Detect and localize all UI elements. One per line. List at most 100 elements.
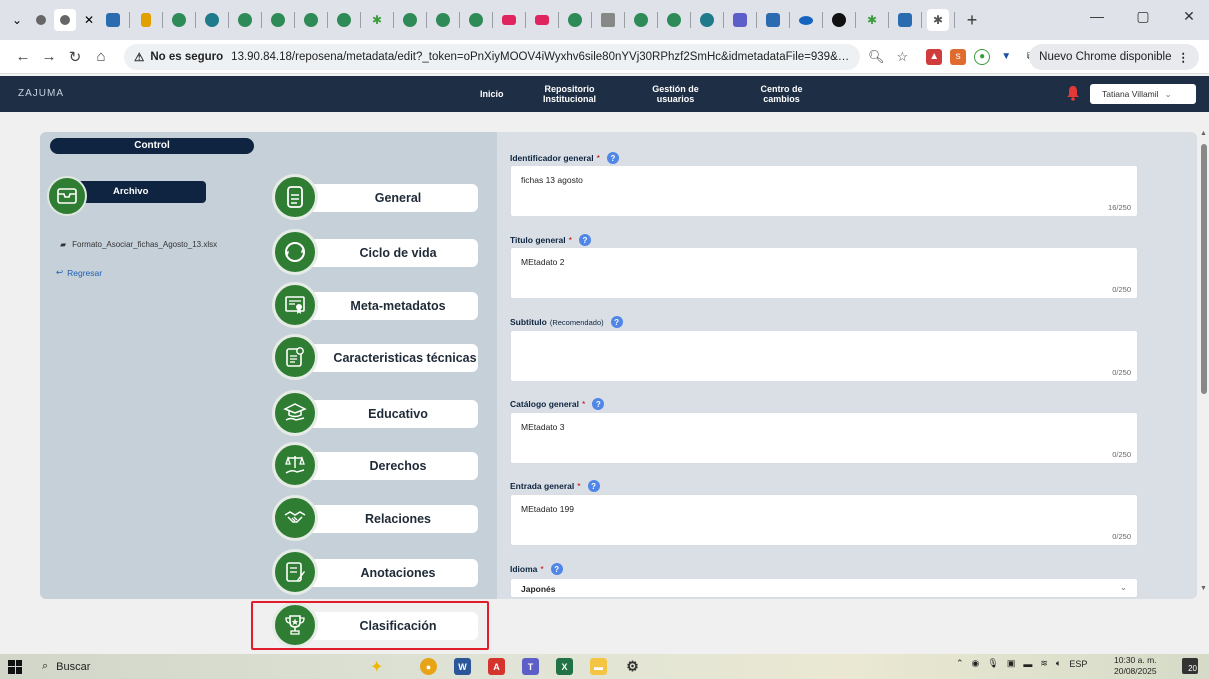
help-icon[interactable]: ?	[610, 316, 623, 328]
tab-favicon-icon[interactable]	[234, 9, 256, 31]
help-icon[interactable]: ?	[587, 480, 600, 492]
tab-favicon-icon[interactable]	[762, 9, 784, 31]
clock[interactable]: 10:30 a. m. 20/08/2025	[1114, 655, 1157, 677]
nav-centro-cambios[interactable]: Centro de cambios	[742, 84, 822, 104]
section-relaciones[interactable]: Relaciones	[272, 495, 482, 541]
tab-youtube-icon[interactable]	[531, 9, 553, 31]
excel-app-icon[interactable]: X	[556, 658, 573, 675]
tray-app-icon[interactable]: ▣	[1007, 658, 1016, 669]
catalogo-field[interactable]: MEtadato 3 0/250	[510, 412, 1138, 464]
notes-icon[interactable]	[272, 549, 318, 595]
tab-favicon-icon[interactable]	[300, 9, 322, 31]
tab-image-icon[interactable]	[597, 9, 619, 31]
archivo-label[interactable]: Archivo	[71, 181, 206, 203]
settings-gear-icon[interactable]: ⚙	[624, 658, 641, 675]
tab-github-icon[interactable]	[828, 9, 850, 31]
tab-favicon-icon[interactable]	[696, 9, 718, 31]
minimize-icon[interactable]: —	[1085, 8, 1109, 25]
section-general[interactable]: General	[272, 174, 482, 220]
tab-favicon-icon[interactable]	[564, 9, 586, 31]
cycle-icon[interactable]	[272, 229, 318, 275]
extension-icon[interactable]: ▲	[926, 48, 943, 65]
language-indicator[interactable]: ESP	[1069, 659, 1087, 669]
extension-icon[interactable]: ▼	[998, 48, 1015, 65]
user-dropdown[interactable]: Tatiana Villamil ⌄	[1090, 84, 1196, 104]
certificate-icon[interactable]	[272, 282, 318, 328]
tab-active-favicon-icon[interactable]: ✱	[927, 9, 949, 31]
titulo-field[interactable]: MEtadato 2 0/250	[510, 247, 1138, 299]
section-label[interactable]: Derechos	[292, 452, 478, 480]
chrome-update-button[interactable]: Nuevo Chrome disponible ⋮	[1029, 44, 1199, 70]
section-caracteristicas-tecnicas[interactable]: Caracteristicas técnicas	[272, 334, 482, 380]
identificador-value[interactable]: fichas 13 agosto	[521, 175, 583, 185]
chevron-down-icon[interactable]: ⌄	[1165, 89, 1172, 100]
scales-hand-icon[interactable]	[272, 442, 318, 488]
forward-arrow-icon[interactable]: →	[36, 48, 62, 65]
user-name[interactable]: Tatiana Villamil	[1102, 89, 1159, 99]
tab-cloud-icon[interactable]	[795, 9, 817, 31]
section-label[interactable]: Anotaciones	[292, 559, 478, 587]
nav-inicio[interactable]: Inicio	[480, 89, 504, 99]
document-icon[interactable]	[272, 174, 318, 220]
tab-favicon-icon[interactable]	[465, 9, 487, 31]
nav-gestion-usuarios[interactable]: Gestión de usuarios	[636, 84, 716, 104]
regresar-label[interactable]: Regresar	[67, 268, 102, 278]
idioma-select[interactable]: Japonés ⌄	[510, 578, 1138, 598]
kebab-menu-icon[interactable]: ⋮	[1178, 50, 1190, 64]
file-item[interactable]: ▰ Formato_Asociar_fichas_Agosto_13.xlsx	[60, 240, 217, 249]
scroll-down-icon[interactable]: ▼	[1200, 585, 1207, 592]
subtitulo-field[interactable]: 0/250	[510, 330, 1138, 382]
tab-favicon-icon[interactable]: ✱	[366, 9, 388, 31]
tab-favicon-icon[interactable]	[168, 9, 190, 31]
section-label[interactable]: Ciclo de vida	[292, 239, 478, 267]
extension-icon[interactable]: ●	[974, 48, 991, 65]
section-label[interactable]: General	[292, 184, 478, 212]
tab-favicon-icon[interactable]	[399, 9, 421, 31]
chrome-app-icon[interactable]: ●	[420, 658, 437, 675]
section-educativo[interactable]: Educativo	[272, 390, 482, 436]
wifi-icon[interactable]: ≋	[1040, 658, 1048, 669]
tab-favicon-icon[interactable]	[630, 9, 652, 31]
tab-favicon-icon[interactable]	[135, 9, 157, 31]
tab-close-icon[interactable]: ✕	[78, 9, 100, 31]
handshake-icon[interactable]	[272, 495, 318, 541]
identificador-field[interactable]: fichas 13 agosto 16/250	[510, 165, 1138, 217]
section-label[interactable]: Meta-metadatos	[292, 292, 478, 320]
tab-favicon-icon[interactable]	[432, 9, 454, 31]
back-arrow-icon[interactable]: ←	[10, 48, 36, 65]
idioma-value[interactable]: Japonés	[521, 584, 556, 594]
section-label[interactable]: Relaciones	[292, 505, 478, 533]
volume-icon[interactable]: 🔈︎	[1056, 658, 1061, 669]
extension-icon[interactable]: s	[950, 48, 967, 65]
word-app-icon[interactable]: W	[454, 658, 471, 675]
chevron-up-icon[interactable]: ⌃	[956, 658, 964, 669]
taskbar-search[interactable]: ⌕ Buscar	[42, 660, 90, 673]
entrada-field[interactable]: MEtadato 199 0/250	[510, 494, 1138, 546]
tab-globe-icon[interactable]	[30, 9, 52, 31]
tab-favicon-icon[interactable]: ✱	[861, 9, 883, 31]
url-text[interactable]: 13.90.84.18/reposena/metadata/edit?_toke…	[231, 51, 850, 63]
acrobat-app-icon[interactable]: A	[488, 658, 505, 675]
new-tab-button[interactable]: +	[960, 8, 984, 32]
chevron-down-icon[interactable]: ⌄	[1120, 582, 1127, 593]
archive-box-icon[interactable]	[47, 176, 87, 216]
help-icon[interactable]: ?	[606, 152, 619, 164]
battery-icon[interactable]: ▬	[1023, 659, 1032, 669]
graduation-hand-icon[interactable]	[272, 390, 318, 436]
entrada-value[interactable]: MEtadato 199	[521, 504, 574, 514]
gear-document-icon[interactable]	[272, 334, 318, 380]
tray-app-icon[interactable]: ◉	[972, 658, 980, 669]
tab-teams-icon[interactable]	[729, 9, 751, 31]
microphone-icon[interactable]: 🎙︎	[987, 658, 998, 669]
tab-favicon-icon[interactable]	[894, 9, 916, 31]
section-anotaciones[interactable]: Anotaciones	[272, 549, 482, 595]
regresar-link[interactable]: ↩ Regresar	[56, 267, 102, 278]
tab-youtube-icon[interactable]	[498, 9, 520, 31]
tab-search-icon[interactable]: ⌄	[6, 9, 28, 31]
close-window-icon[interactable]: ✕	[1177, 8, 1201, 25]
file-explorer-icon[interactable]: ▬	[590, 658, 607, 675]
page-scrollbar[interactable]: ▲ ▼	[1199, 130, 1209, 600]
help-icon[interactable]: ?	[592, 398, 605, 410]
help-icon[interactable]: ?	[578, 234, 591, 246]
nav-repositorio[interactable]: Repositorio Institucional	[530, 84, 610, 104]
